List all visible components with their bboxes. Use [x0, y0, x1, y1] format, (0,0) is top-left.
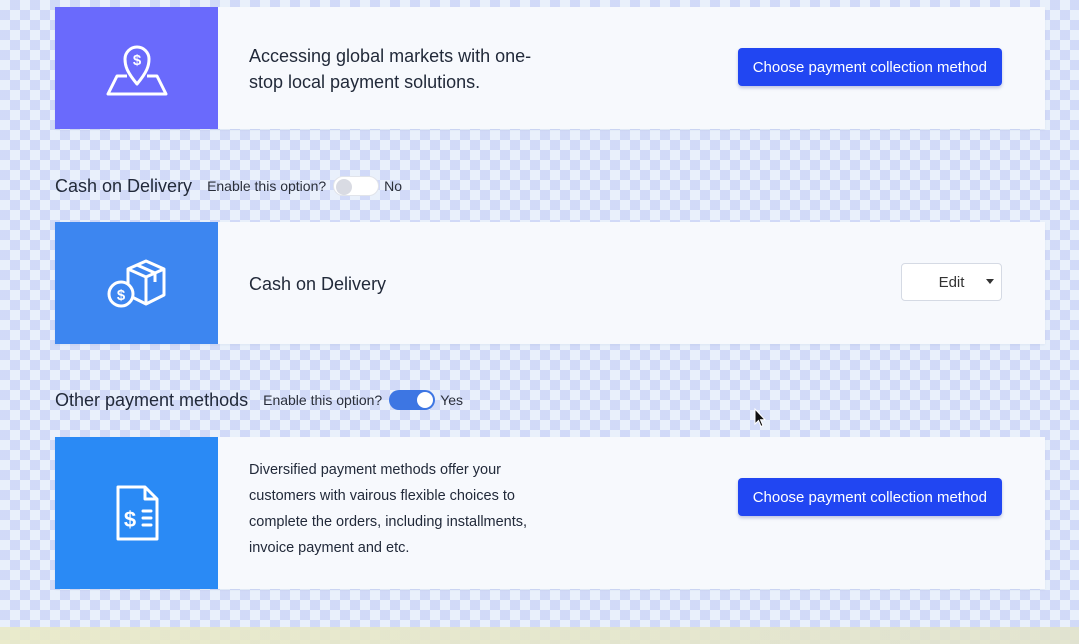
cod-card: $ Cash on Delivery Edit: [55, 222, 1045, 344]
svg-text:$: $: [123, 507, 135, 532]
caret-down-icon: [986, 279, 994, 284]
svg-text:$: $: [116, 287, 125, 304]
toggle-state-label: Yes: [440, 392, 464, 408]
cod-enable-toggle[interactable]: [333, 176, 380, 196]
edit-dropdown-button[interactable]: Edit: [901, 263, 1002, 301]
svg-text:$: $: [132, 52, 141, 69]
cod-thumbnail: $: [55, 222, 218, 344]
other-enable-toggle[interactable]: [389, 390, 436, 410]
edit-label: Edit: [938, 273, 965, 291]
toggle-state-label: No: [384, 178, 403, 194]
other-payment-description: Diversified payment methods offer your c…: [249, 462, 528, 556]
dollar-invoice-icon: $: [113, 484, 161, 542]
mouse-pointer-icon: [754, 407, 767, 433]
dollar-package-icon: $: [104, 255, 170, 311]
bottom-strip: [0, 627, 1079, 644]
toggle-knob: [417, 392, 434, 408]
enable-option-label: Enable this option?: [263, 392, 383, 408]
other-section-header: Other payment methods Enable this option…: [55, 388, 463, 412]
section-title: Other payment methods: [55, 389, 249, 410]
cod-title: Cash on Delivery: [249, 274, 387, 294]
toggle-knob: [336, 179, 353, 195]
choose-payment-collection-method-button[interactable]: Choose payment collection method: [737, 478, 1002, 516]
other-payment-thumbnail: $: [55, 437, 218, 589]
location-dollar-pin-icon: $: [105, 40, 169, 96]
section-title: Cash on Delivery: [55, 175, 193, 196]
cod-section-header: Cash on Delivery Enable this option? No: [55, 174, 402, 198]
global-payment-card: $ Accessing global markets with one-stop…: [55, 7, 1045, 129]
global-payment-description: Accessing global markets with one-stop l…: [249, 46, 532, 92]
choose-payment-collection-method-button[interactable]: Choose payment collection method: [737, 48, 1002, 86]
other-payment-card: $ Diversified payment methods offer your…: [55, 437, 1045, 589]
global-payment-thumbnail: $: [55, 7, 218, 129]
enable-option-label: Enable this option?: [207, 178, 327, 194]
